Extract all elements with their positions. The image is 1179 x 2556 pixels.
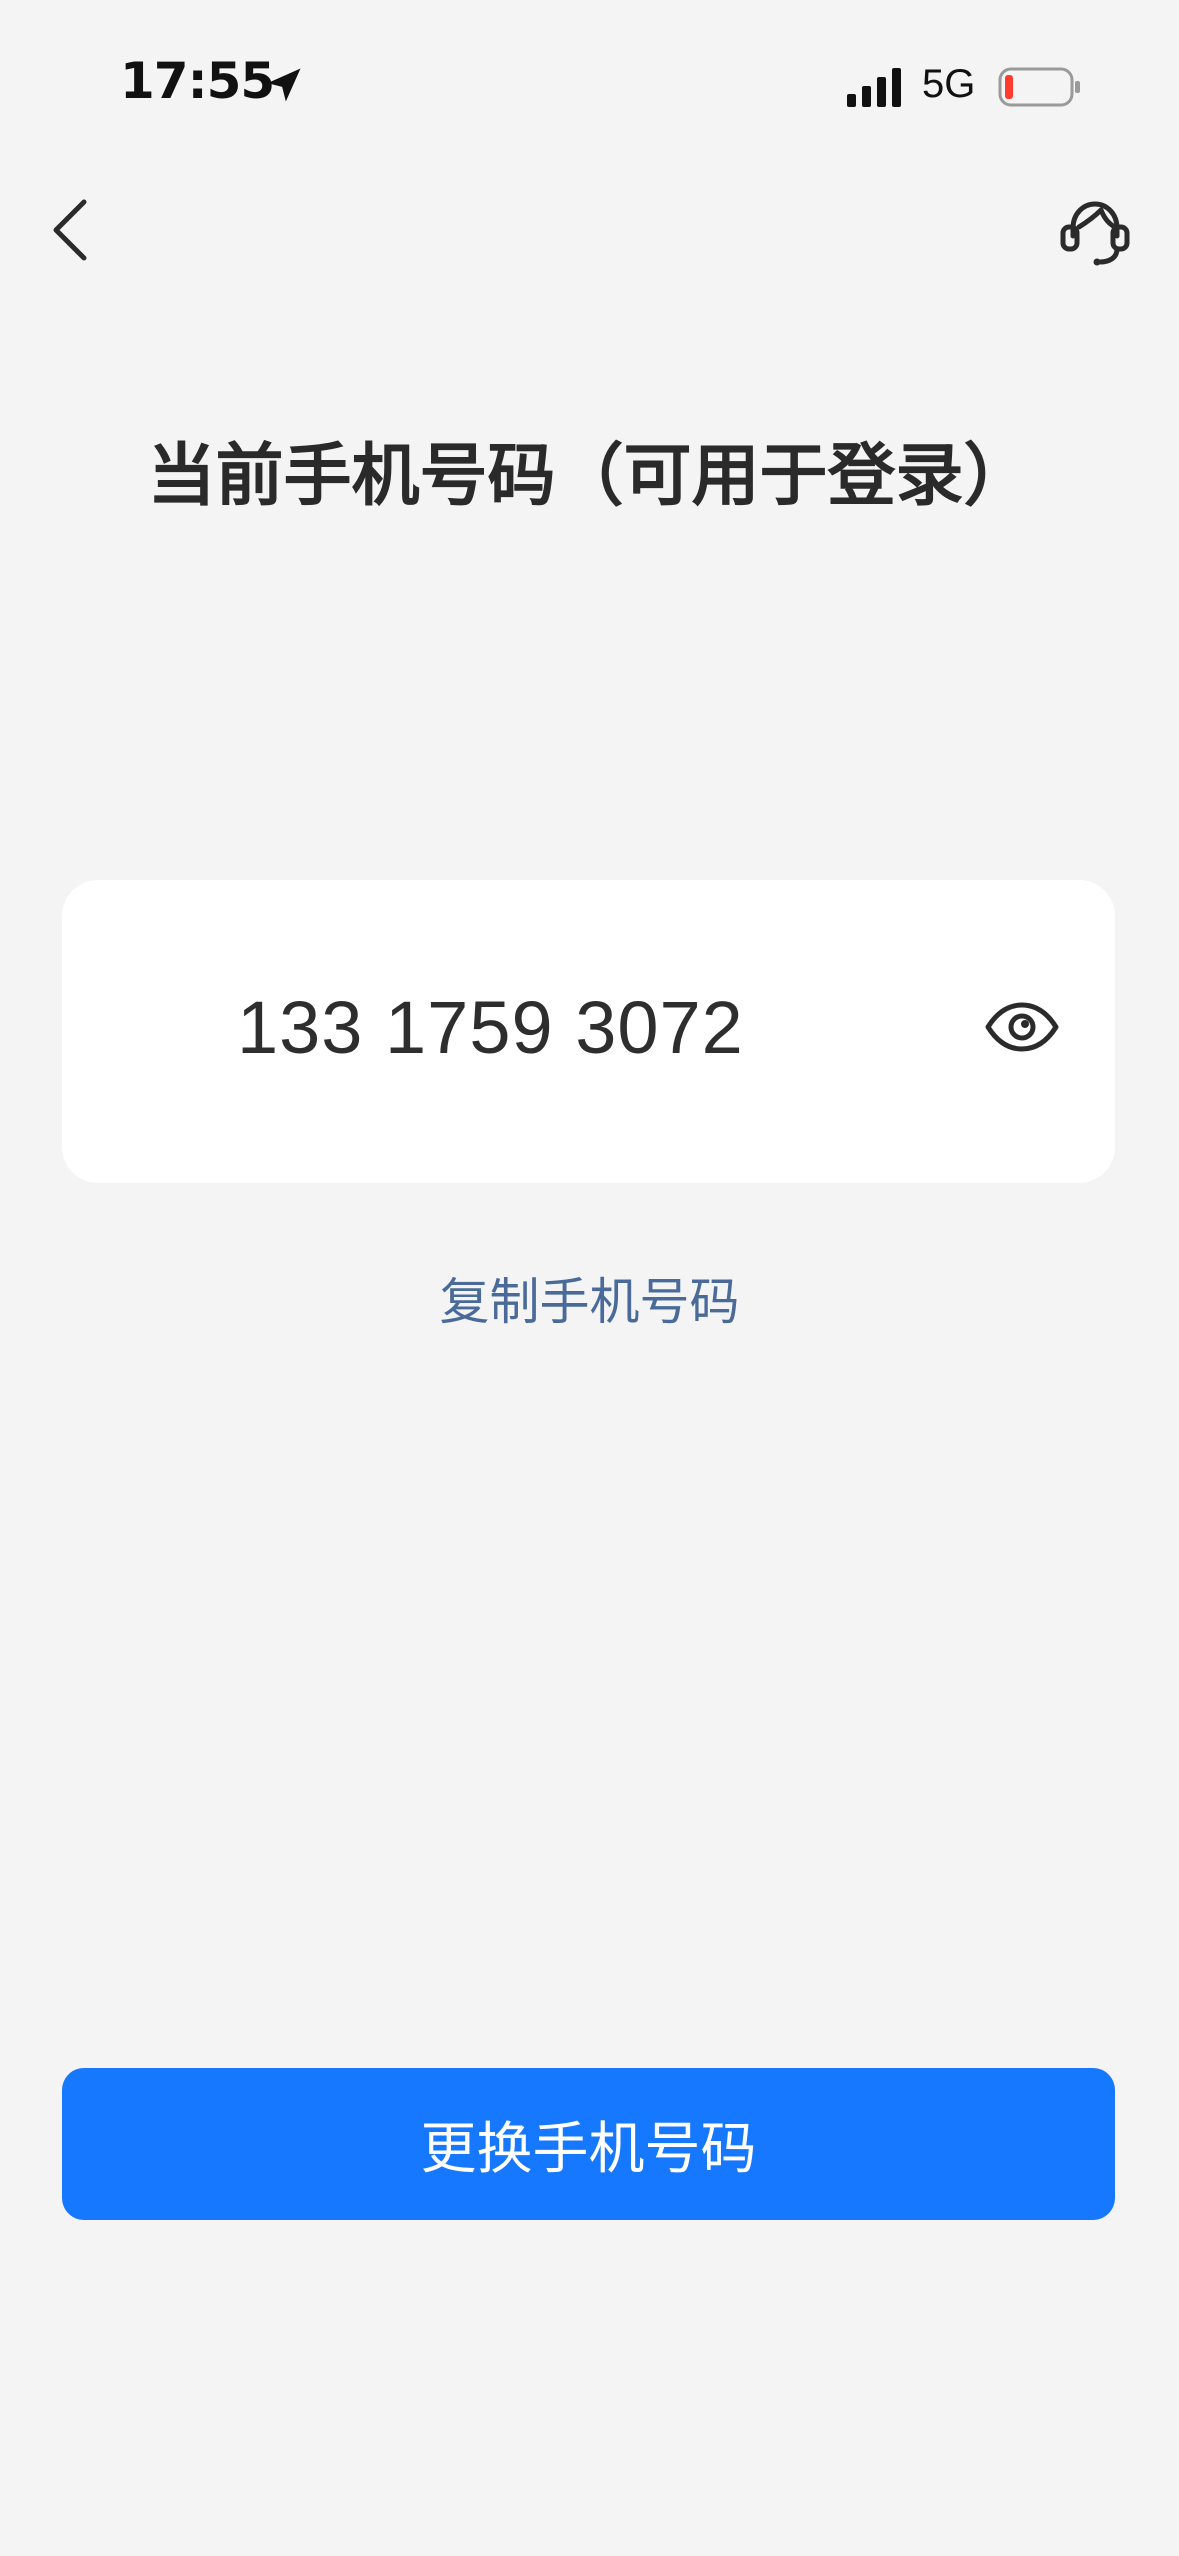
customer-service-button[interactable]: [1045, 180, 1145, 280]
change-phone-number-button[interactable]: 更换手机号码: [62, 2068, 1115, 2220]
toggle-visibility-button[interactable]: [980, 985, 1064, 1069]
copy-phone-number-link[interactable]: 复制手机号码: [0, 1262, 1179, 1334]
customer-service-headset-icon: [1060, 201, 1130, 266]
back-button[interactable]: [36, 180, 136, 280]
chevron-left-icon: [53, 199, 87, 261]
network-type: 5G: [922, 62, 976, 106]
page-title: 当前手机号码（可用于登录）: [147, 437, 1032, 516]
phone-number: 133 1759 3072: [237, 986, 744, 1069]
phone-number-card: 133 1759 3072: [62, 880, 1115, 1183]
battery-icon: [998, 67, 1080, 107]
location-arrow-icon: [267, 68, 301, 102]
signal-icon: [847, 68, 901, 107]
status-bar: 17:55 5G: [0, 0, 1179, 150]
status-time: 17:55: [120, 52, 275, 110]
eye-icon: [985, 1002, 1059, 1052]
